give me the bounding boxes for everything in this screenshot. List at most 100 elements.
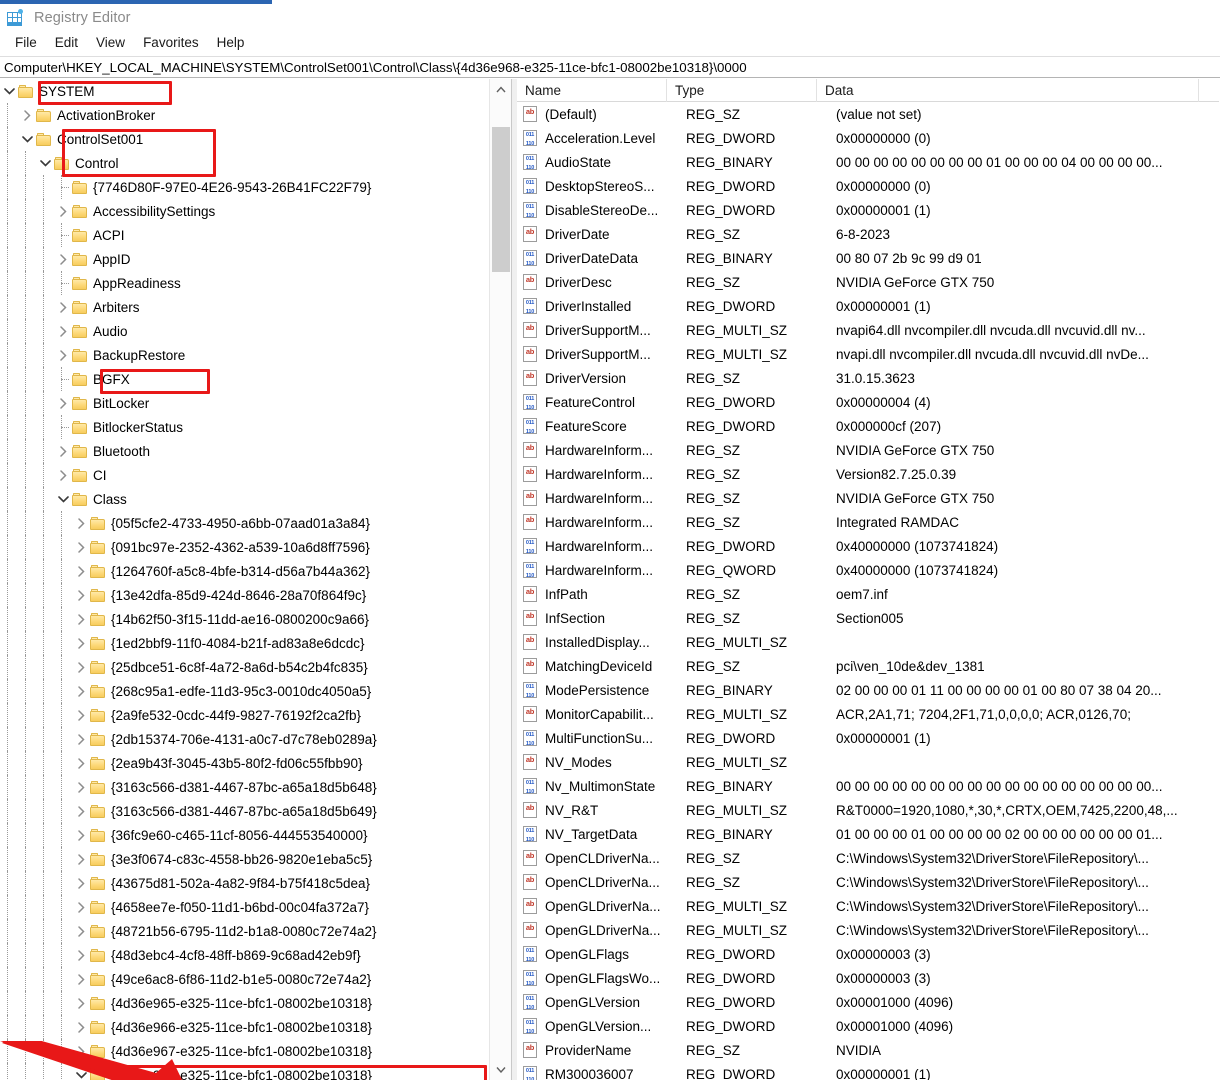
tree-item[interactable]: {25dbce51-6c8f-4a72-8a6d-b54c2b4fc835} — [0, 655, 489, 679]
tree-item[interactable]: BitLocker — [0, 391, 489, 415]
tree-scroll-up-button[interactable] — [490, 79, 512, 100]
chevron-right-icon[interactable] — [72, 919, 90, 943]
value-row[interactable]: 011110DriverInstalledREG_DWORD0x00000001… — [517, 294, 1219, 318]
tree-item[interactable]: {091bc97e-2352-4362-a539-10a6d8ff7596} — [0, 535, 489, 559]
column-header-name[interactable]: Name — [517, 79, 667, 102]
column-header-data[interactable]: Data — [817, 79, 1199, 102]
value-row[interactable]: 011110DisableStereoDe...REG_DWORD0x00000… — [517, 198, 1219, 222]
column-header-type[interactable]: Type — [667, 79, 817, 102]
chevron-right-icon[interactable] — [72, 607, 90, 631]
tree-item[interactable]: {13e42dfa-85d9-424d-8646-28a70f864f9c} — [0, 583, 489, 607]
chevron-right-icon[interactable] — [72, 991, 90, 1015]
value-row[interactable]: abInstalledDisplay...REG_MULTI_SZ — [517, 630, 1219, 654]
value-row[interactable]: abDriverDateREG_SZ6-8-2023 — [517, 222, 1219, 246]
value-row[interactable]: 011110MultiFunctionSu...REG_DWORD0x00000… — [517, 726, 1219, 750]
chevron-right-icon[interactable] — [54, 199, 72, 223]
value-row[interactable]: 011110Acceleration.LevelREG_DWORD0x00000… — [517, 126, 1219, 150]
value-row[interactable]: abOpenGLDriverNa...REG_MULTI_SZC:\Window… — [517, 918, 1219, 942]
chevron-right-icon[interactable] — [72, 655, 90, 679]
value-row[interactable]: 011110DesktopStereoS...REG_DWORD0x000000… — [517, 174, 1219, 198]
tree-item[interactable]: BackupRestore — [0, 343, 489, 367]
tree-item[interactable]: {7746D80F-97E0-4E26-9543-26B41FC22F79} — [0, 175, 489, 199]
tree-scrollbar-thumb[interactable] — [492, 127, 510, 272]
chevron-right-icon[interactable] — [54, 343, 72, 367]
tree-item[interactable]: {36fc9e60-c465-11cf-8056-444553540000} — [0, 823, 489, 847]
chevron-right-icon[interactable] — [72, 1039, 90, 1063]
tree-item[interactable]: {05f5cfe2-4733-4950-a6bb-07aad01a3a84} — [0, 511, 489, 535]
address-bar[interactable]: Computer\HKEY_LOCAL_MACHINE\SYSTEM\Contr… — [0, 56, 1220, 78]
tree-item[interactable]: {4d36e965-e325-11ce-bfc1-08002be10318} — [0, 991, 489, 1015]
chevron-down-icon[interactable] — [0, 79, 18, 103]
tree-item[interactable]: {3163c566-d381-4467-87bc-a65a18d5b648} — [0, 775, 489, 799]
tree-item[interactable]: BGFX — [0, 367, 489, 391]
value-row[interactable]: 011110NV_TargetDataREG_BINARY01 00 00 00… — [517, 822, 1219, 846]
value-row[interactable]: abOpenCLDriverNa...REG_SZC:\Windows\Syst… — [517, 870, 1219, 894]
value-row[interactable]: abInfPathREG_SZoem7.inf — [517, 582, 1219, 606]
value-row[interactable]: abInfSectionREG_SZSection005 — [517, 606, 1219, 630]
value-row[interactable]: 011110HardwareInform...REG_QWORD0x400000… — [517, 558, 1219, 582]
value-row[interactable]: abOpenGLDriverNa...REG_MULTI_SZC:\Window… — [517, 894, 1219, 918]
value-row[interactable]: 011110HardwareInform...REG_DWORD0x400000… — [517, 534, 1219, 558]
tree-item[interactable]: {1264760f-a5c8-4bfe-b314-d56a7b44a362} — [0, 559, 489, 583]
chevron-down-icon[interactable] — [18, 127, 36, 151]
value-row[interactable]: abDriverVersionREG_SZ31.0.15.3623 — [517, 366, 1219, 390]
tree-item[interactable]: {1ed2bbf9-11f0-4084-b21f-ad83a8e6dcdc} — [0, 631, 489, 655]
chevron-right-icon[interactable] — [72, 847, 90, 871]
tree-item[interactable]: {2ea9b43f-3045-43b5-80f2-fd06c55fbb90} — [0, 751, 489, 775]
chevron-right-icon[interactable] — [54, 247, 72, 271]
chevron-right-icon[interactable] — [72, 895, 90, 919]
value-row[interactable]: abHardwareInform...REG_SZVersion82.7.25.… — [517, 462, 1219, 486]
chevron-right-icon[interactable] — [72, 679, 90, 703]
menu-view[interactable]: View — [87, 33, 134, 52]
chevron-right-icon[interactable] — [72, 631, 90, 655]
chevron-right-icon[interactable] — [72, 775, 90, 799]
menu-file[interactable]: File — [6, 33, 46, 52]
tree-item[interactable]: Audio — [0, 319, 489, 343]
values-list[interactable]: ab(Default)REG_SZ(value not set)011110Ac… — [517, 102, 1219, 1080]
chevron-right-icon[interactable] — [72, 751, 90, 775]
tree-item[interactable]: {268c95a1-edfe-11d3-95c3-0010dc4050a5} — [0, 679, 489, 703]
value-row[interactable]: 011110FeatureControlREG_DWORD0x00000004 … — [517, 390, 1219, 414]
value-row[interactable]: abHardwareInform...REG_SZNVIDIA GeForce … — [517, 438, 1219, 462]
chevron-down-icon[interactable] — [36, 151, 54, 175]
value-row[interactable]: 011110Nv_MultimonStateREG_BINARY00 00 00… — [517, 774, 1219, 798]
tree-item[interactable]: {14b62f50-3f15-11dd-ae16-0800200c9a66} — [0, 607, 489, 631]
tree-scroll-down-button[interactable] — [490, 1059, 512, 1080]
tree-item[interactable]: Class — [0, 487, 489, 511]
chevron-right-icon[interactable] — [54, 391, 72, 415]
tree-item[interactable]: {48721b56-6795-11d2-b1a8-0080c72e74a2} — [0, 919, 489, 943]
value-row[interactable]: abDriverDescREG_SZNVIDIA GeForce GTX 750 — [517, 270, 1219, 294]
tree-item[interactable]: {2a9fe532-0cdc-44f9-9827-76192f2ca2fb} — [0, 703, 489, 727]
chevron-right-icon[interactable] — [54, 463, 72, 487]
chevron-right-icon[interactable] — [72, 823, 90, 847]
tree-item[interactable]: {4658ee7e-f050-11d1-b6bd-00c04fa372a7} — [0, 895, 489, 919]
tree-item[interactable]: {2db15374-706e-4131-a0c7-d7c78eb0289a} — [0, 727, 489, 751]
tree-item[interactable]: BitlockerStatus — [0, 415, 489, 439]
tree-item[interactable]: ControlSet001 — [0, 127, 489, 151]
tree-item[interactable]: {48d3ebc4-4cf8-48ff-b869-9c68ad42eb9f} — [0, 943, 489, 967]
value-row[interactable]: 011110OpenGLVersionREG_DWORD0x00001000 (… — [517, 990, 1219, 1014]
value-row[interactable]: 011110OpenGLVersion...REG_DWORD0x0000100… — [517, 1014, 1219, 1038]
value-row[interactable]: ab(Default)REG_SZ(value not set) — [517, 102, 1219, 126]
value-row[interactable]: abNV_ModesREG_MULTI_SZ — [517, 750, 1219, 774]
value-row[interactable]: 011110AudioStateREG_BINARY00 00 00 00 00… — [517, 150, 1219, 174]
registry-tree[interactable]: SYSTEMActivationBrokerControlSet001Contr… — [0, 79, 489, 1080]
chevron-right-icon[interactable] — [72, 559, 90, 583]
tree-item[interactable]: AppReadiness — [0, 271, 489, 295]
value-row[interactable]: 011110FeatureScoreREG_DWORD0x000000cf (2… — [517, 414, 1219, 438]
tree-item[interactable]: {3e3f0674-c83c-4558-bb26-9820e1eba5c5} — [0, 847, 489, 871]
tree-item[interactable]: CI — [0, 463, 489, 487]
chevron-right-icon[interactable] — [18, 103, 36, 127]
tree-scrollbar[interactable] — [489, 79, 511, 1080]
chevron-right-icon[interactable] — [72, 1015, 90, 1039]
chevron-right-icon[interactable] — [54, 295, 72, 319]
chevron-right-icon[interactable] — [72, 535, 90, 559]
value-row[interactable]: 011110RM300036007REG_DWORD0x00000001 (1) — [517, 1062, 1219, 1080]
tree-item[interactable]: {4d36e967-e325-11ce-bfc1-08002be10318} — [0, 1039, 489, 1063]
tree-item[interactable]: ACPI — [0, 223, 489, 247]
value-row[interactable]: 011110OpenGLFlagsWo...REG_DWORD0x0000000… — [517, 966, 1219, 990]
value-row[interactable]: abNV_R&TREG_MULTI_SZR&T0000=1920,1080,*,… — [517, 798, 1219, 822]
tree-item[interactable]: {43675d81-502a-4a82-9f84-b75f418c5dea} — [0, 871, 489, 895]
chevron-right-icon[interactable] — [72, 943, 90, 967]
chevron-down-icon[interactable] — [54, 487, 72, 511]
